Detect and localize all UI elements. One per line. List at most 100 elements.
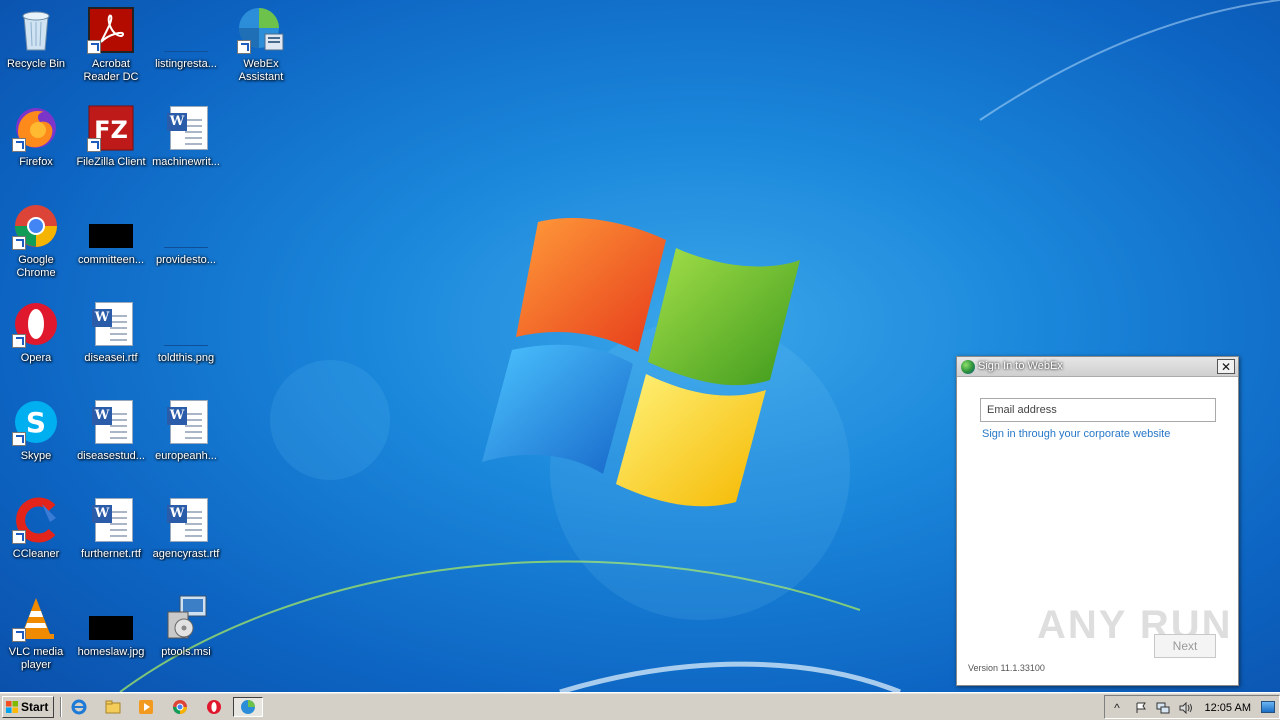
chrome-icon bbox=[12, 202, 60, 250]
desktop-icon-acrobat[interactable]: Acrobat Reader DC bbox=[73, 6, 149, 84]
shortcut-arrow-icon bbox=[12, 530, 26, 544]
word-doc-icon: W bbox=[162, 104, 210, 152]
desktop-icon-label: committeen... bbox=[77, 254, 145, 266]
corporate-signin-link[interactable]: Sign in through your corporate website bbox=[982, 428, 1170, 440]
desktop-icon-label: Recycle Bin bbox=[6, 58, 66, 70]
desktop-icon-label: Skype bbox=[20, 450, 52, 462]
taskbar-separator bbox=[60, 697, 62, 717]
shortcut-arrow-icon bbox=[87, 138, 101, 152]
webex-icon bbox=[237, 6, 285, 54]
desktop-icon-committeen[interactable]: committeen... bbox=[73, 202, 149, 267]
desktop-icon-listingresta[interactable]: listingresta... bbox=[148, 6, 224, 71]
desktop-icon-opera[interactable]: Opera bbox=[0, 300, 74, 365]
ie-icon[interactable] bbox=[68, 697, 90, 717]
start-label: Start bbox=[21, 700, 49, 714]
word-doc-icon: W bbox=[87, 496, 135, 544]
desktop-icon-label: providesto... bbox=[156, 254, 216, 266]
recycle-bin-icon bbox=[12, 6, 60, 54]
opera-icon bbox=[12, 300, 60, 348]
desktop-icon-furthernet[interactable]: W furthernet.rtf bbox=[73, 496, 149, 561]
desktop-icon-label: Acrobat Reader DC bbox=[83, 58, 139, 83]
desktop-icon-label: Google Chrome bbox=[16, 254, 56, 279]
desktop-icon-skype[interactable]: S Skype bbox=[0, 398, 74, 463]
clock[interactable]: 12:05 AM bbox=[1205, 702, 1251, 714]
desktop-icon-diseasestud[interactable]: W diseasestud... bbox=[73, 398, 149, 463]
word-doc-icon: W bbox=[87, 398, 135, 446]
acrobat-icon bbox=[87, 6, 135, 54]
shortcut-arrow-icon bbox=[12, 236, 26, 250]
show-hidden-icons-button[interactable]: ^ bbox=[1109, 700, 1125, 716]
desktop-icon-label: CCleaner bbox=[12, 548, 60, 560]
desktop-icon-toldthis[interactable]: toldthis.png bbox=[148, 300, 224, 365]
shortcut-arrow-icon bbox=[12, 138, 26, 152]
windows-logo bbox=[482, 218, 800, 507]
desktop-icon-label: VLC media player bbox=[8, 646, 64, 671]
desktop-icon-label: ptools.msi bbox=[161, 646, 211, 658]
desktop-icon-recycle-bin[interactable]: Recycle Bin bbox=[0, 6, 74, 71]
desktop-icon-label: FileZilla Client bbox=[76, 156, 146, 168]
explorer-icon[interactable] bbox=[102, 697, 124, 717]
desktop-icon-google-chrome[interactable]: Google Chrome bbox=[0, 202, 74, 280]
shortcut-arrow-icon bbox=[12, 432, 26, 446]
shortcut-arrow-icon bbox=[87, 40, 101, 54]
network-icon[interactable] bbox=[1155, 700, 1171, 716]
desktop-icon-label: europeanh... bbox=[155, 450, 217, 462]
desktop-icon-machinewrit[interactable]: W machinewrit... bbox=[148, 104, 224, 169]
desktop-icon-agencyrast[interactable]: W agencyrast.rtf bbox=[148, 496, 224, 561]
desktop-icon-label: machinewrit... bbox=[152, 156, 220, 168]
desktop-icon-vlc[interactable]: VLC media player bbox=[0, 594, 74, 672]
desktop-icon-ccleaner[interactable]: CCleaner bbox=[0, 496, 74, 561]
close-button[interactable]: ✕ bbox=[1217, 359, 1235, 374]
desktop-icon-diseasei[interactable]: W diseasei.rtf bbox=[73, 300, 149, 365]
opera-icon[interactable] bbox=[203, 697, 225, 717]
webex-icon bbox=[961, 360, 975, 374]
ccleaner-icon bbox=[12, 496, 60, 544]
installer-icon bbox=[162, 594, 210, 642]
desktop-icon-providesto[interactable]: providesto... bbox=[148, 202, 224, 267]
skype-icon: S bbox=[12, 398, 60, 446]
windows-flag-icon bbox=[6, 701, 18, 713]
media-player-icon[interactable] bbox=[135, 697, 157, 717]
desktop-icon-ptools[interactable]: ptools.msi bbox=[148, 594, 224, 659]
taskbar-webex-button[interactable] bbox=[233, 697, 263, 717]
webex-icon bbox=[241, 700, 255, 714]
firefox-icon bbox=[12, 104, 60, 152]
system-tray: ^ 12:05 AM bbox=[1104, 695, 1280, 719]
next-button[interactable]: Next bbox=[1154, 634, 1216, 658]
desktop-icon-label: diseasei.rtf bbox=[84, 352, 138, 364]
desktop-icon-firefox[interactable]: Firefox bbox=[0, 104, 74, 169]
start-button[interactable]: Start bbox=[2, 696, 54, 718]
taskbar: Start ^ 12:05 AM bbox=[0, 692, 1280, 720]
word-doc-icon: W bbox=[87, 300, 135, 348]
desktop-icon-label: Firefox bbox=[19, 156, 53, 168]
image-file-icon bbox=[162, 6, 210, 54]
shortcut-arrow-icon bbox=[237, 40, 251, 54]
word-doc-icon: W bbox=[162, 398, 210, 446]
vlc-icon bbox=[12, 594, 60, 642]
desktop-icon-label: homeslaw.jpg bbox=[77, 646, 145, 658]
shortcut-arrow-icon bbox=[12, 334, 26, 348]
show-desktop-button[interactable] bbox=[1261, 701, 1275, 713]
image-file-icon bbox=[87, 594, 135, 642]
filezilla-icon: FZ bbox=[87, 104, 135, 152]
image-file-icon bbox=[87, 202, 135, 250]
flag-icon[interactable] bbox=[1133, 700, 1149, 716]
desktop-icon-label: furthernet.rtf bbox=[81, 548, 141, 560]
desktop-icon-label: agencyrast.rtf bbox=[152, 548, 220, 560]
volume-icon[interactable] bbox=[1178, 700, 1194, 716]
desktop-icon-label: Opera bbox=[20, 352, 52, 364]
chrome-icon[interactable] bbox=[169, 697, 191, 717]
word-doc-icon: W bbox=[162, 496, 210, 544]
email-field[interactable] bbox=[980, 398, 1216, 422]
desktop-icon-homeslaw[interactable]: homeslaw.jpg bbox=[73, 594, 149, 659]
webex-signin-dialog: Sign In to WebEx ✕ Sign in through your … bbox=[956, 356, 1239, 686]
desktop-icon-label: listingresta... bbox=[155, 58, 217, 70]
dialog-titlebar[interactable]: Sign In to WebEx ✕ bbox=[957, 357, 1238, 377]
version-label: Version 11.1.33100 bbox=[968, 663, 1045, 673]
svg-text:S: S bbox=[26, 406, 46, 439]
image-file-icon bbox=[162, 202, 210, 250]
desktop-icon-filezilla[interactable]: FZ FileZilla Client bbox=[73, 104, 149, 169]
desktop-icon-webex-assistant[interactable]: WebEx Assistant bbox=[223, 6, 299, 84]
desktop-icon-europeanh[interactable]: W europeanh... bbox=[148, 398, 224, 463]
desktop-icon-label: diseasestud... bbox=[77, 450, 145, 462]
